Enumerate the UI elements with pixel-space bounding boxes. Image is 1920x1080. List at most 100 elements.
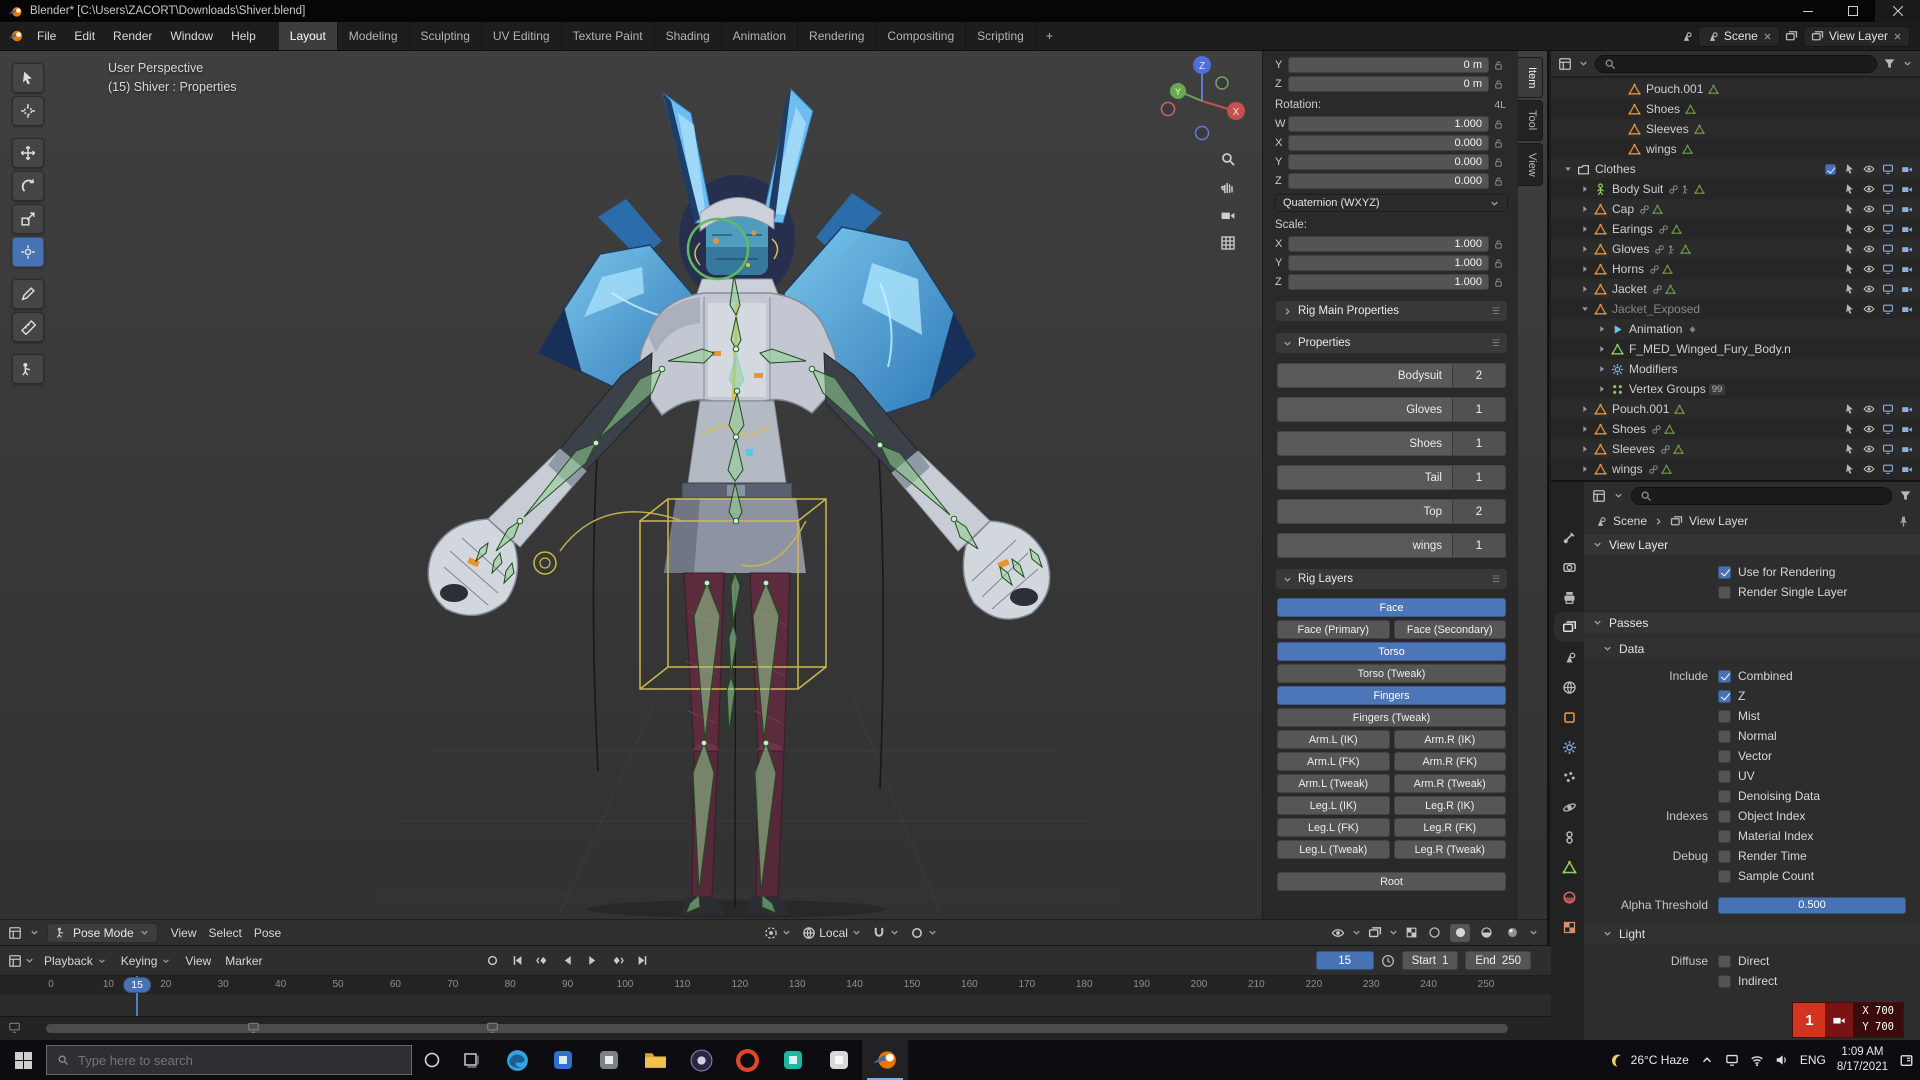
disable-viewport-icon[interactable] [1879, 243, 1896, 255]
close-button[interactable] [1875, 0, 1920, 22]
disable-render-icon[interactable] [1898, 283, 1915, 295]
transform-tool-button[interactable] [12, 237, 44, 267]
selectable-icon[interactable] [1841, 423, 1858, 435]
rig-layer-button-arm-r-ik-[interactable]: Arm.R (IK) [1393, 730, 1506, 749]
disable-render-icon[interactable] [1898, 303, 1915, 315]
disable-viewport-icon[interactable] [1879, 283, 1896, 295]
disable-viewport-icon[interactable] [1879, 163, 1896, 175]
app-light-taskbar-icon[interactable] [816, 1040, 862, 1080]
task-view-button[interactable] [452, 1040, 492, 1080]
unlink-scene-icon[interactable] [1763, 32, 1772, 41]
disable-render-icon[interactable] [1898, 163, 1915, 175]
shading-rendered-button[interactable] [1502, 924, 1522, 942]
transform-value-field[interactable]: 0.000 [1288, 173, 1489, 189]
expand-arrow-icon[interactable] [1578, 424, 1592, 434]
disable-render-icon[interactable] [1898, 463, 1915, 475]
camera-view-icon[interactable] [1220, 207, 1236, 223]
checkbox-object-index[interactable] [1718, 809, 1731, 823]
mode-dropdown[interactable]: Pose Mode [47, 922, 158, 943]
rig-layer-button-fingers[interactable]: Fingers [1277, 686, 1506, 705]
properties-tab-render[interactable] [1554, 552, 1584, 582]
properties-tab-output[interactable] [1554, 582, 1584, 612]
disable-render-icon[interactable] [1898, 203, 1915, 215]
selectable-icon[interactable] [1841, 183, 1858, 195]
rig-layer-button-arm-l-fk-[interactable]: Arm.L (FK) [1277, 752, 1390, 771]
viewport-menu-view[interactable]: View [165, 926, 203, 940]
transform-value-field[interactable]: 0.000 [1288, 135, 1489, 151]
disable-viewport-icon[interactable] [1879, 183, 1896, 195]
checkbox-z[interactable] [1718, 689, 1731, 703]
end-frame-field[interactable]: End 250 [1465, 951, 1531, 970]
outliner-row-gloves[interactable]: Gloves [1551, 239, 1920, 259]
transform-value-field[interactable]: 0 m [1288, 57, 1489, 73]
outliner-search-input[interactable] [1595, 54, 1877, 73]
character-model[interactable] [427, 88, 1051, 915]
drag-grip-icon[interactable]: ☰ [1492, 338, 1501, 349]
alpha-threshold-slider[interactable]: 0.500 [1718, 896, 1906, 914]
wifi-icon[interactable] [1750, 1053, 1764, 1067]
disable-viewport-icon[interactable] [1879, 203, 1896, 215]
expand-arrow-icon[interactable] [1578, 464, 1592, 474]
viewport-menu-pose[interactable]: Pose [248, 926, 287, 940]
expand-arrow-icon[interactable] [1578, 444, 1592, 454]
transform-value-field[interactable]: 1.000 [1288, 274, 1489, 290]
rig-layer-button-arm-l-ik-[interactable]: Arm.L (IK) [1277, 730, 1390, 749]
jump-to-end-button[interactable] [632, 952, 653, 970]
rig-layer-button-leg-l-fk-[interactable]: Leg.L (FK) [1277, 818, 1390, 837]
previous-keyframe-button[interactable] [532, 952, 553, 970]
play-button[interactable] [582, 952, 603, 970]
custom-property-slider[interactable]: Bodysuit 2 [1277, 363, 1506, 388]
shading-material-button[interactable] [1476, 924, 1496, 942]
transform-value-field[interactable]: 1.000 [1288, 236, 1489, 252]
properties-panel-header[interactable]: Properties ☰ [1275, 332, 1508, 354]
auto-keying-button[interactable] [482, 952, 503, 970]
menu-window[interactable]: Window [161, 23, 222, 49]
rig-layer-button-leg-l-ik-[interactable]: Leg.L (IK) [1277, 796, 1390, 815]
transform-value-field[interactable]: 1.000 [1288, 255, 1489, 271]
sidebar-tab-item[interactable]: Item [1518, 57, 1543, 99]
transform-value-field[interactable]: 0.000 [1288, 154, 1489, 170]
outliner-row-pouch-001[interactable]: Pouch.001 [1551, 79, 1920, 99]
opera-taskbar-icon[interactable] [724, 1040, 770, 1080]
hide-icon[interactable] [1860, 463, 1877, 475]
timeline-menu-marker[interactable]: Marker [218, 950, 269, 972]
properties-tab-material[interactable] [1554, 882, 1584, 912]
exclude-checkbox[interactable] [1824, 163, 1837, 175]
properties-tab-scene[interactable] [1554, 642, 1584, 672]
checkbox-uv[interactable] [1718, 769, 1731, 783]
taskbar-search[interactable] [46, 1045, 412, 1075]
rig-layer-button-torso-tweak-[interactable]: Torso (Tweak) [1277, 664, 1506, 683]
checkbox-combined[interactable] [1718, 669, 1731, 683]
properties-tab-particles[interactable] [1554, 762, 1584, 792]
sidebar-tab-view[interactable]: View [1518, 142, 1543, 187]
timeline-ruler[interactable]: 0 10 20 30 40 50 60 70 80 90 100 110 120 130 140 150 160… [0, 976, 1551, 1016]
checkbox-normal[interactable] [1718, 729, 1731, 743]
rig-main-properties-panel-header[interactable]: Rig Main Properties ☰ [1275, 300, 1508, 322]
checkbox-render-time[interactable] [1718, 849, 1731, 863]
lock-icon[interactable] [1489, 119, 1508, 130]
rig-layer-button-leg-r-fk-[interactable]: Leg.R (FK) [1393, 818, 1506, 837]
expand-arrow-icon[interactable] [1578, 244, 1592, 254]
disable-render-icon[interactable] [1898, 423, 1915, 435]
expand-arrow-icon[interactable] [1578, 224, 1592, 234]
disable-render-icon[interactable] [1898, 263, 1915, 275]
menu-render[interactable]: Render [104, 23, 161, 49]
checkbox-use-for-rendering[interactable] [1718, 565, 1731, 579]
rig-layer-button-face[interactable]: Face [1277, 598, 1506, 617]
cortana-button[interactable] [412, 1040, 452, 1080]
properties-tab-world[interactable] [1554, 672, 1584, 702]
display-options-icon[interactable] [1899, 489, 1912, 502]
workspace-tab-shading[interactable]: Shading [655, 22, 722, 50]
menu-help[interactable]: Help [222, 23, 265, 49]
expand-arrow-icon[interactable] [1578, 184, 1592, 194]
lock-icon[interactable] [1489, 258, 1508, 269]
outliner-row-f-med-winged-fury-body-n[interactable]: F_MED_Winged_Fury_Body.n [1551, 339, 1920, 359]
timeline-menu-keying[interactable]: Keying [114, 950, 179, 972]
ortho-toggle-icon[interactable] [1220, 235, 1236, 251]
hide-icon[interactable] [1860, 183, 1877, 195]
notification-center-icon[interactable] [1899, 1053, 1914, 1068]
browse-view-layer-icon[interactable] [1785, 30, 1798, 43]
start-button[interactable] [0, 1040, 46, 1080]
rig-layer-button-face-primary-[interactable]: Face (Primary) [1277, 620, 1390, 639]
browse-scene-icon[interactable] [1680, 30, 1693, 43]
